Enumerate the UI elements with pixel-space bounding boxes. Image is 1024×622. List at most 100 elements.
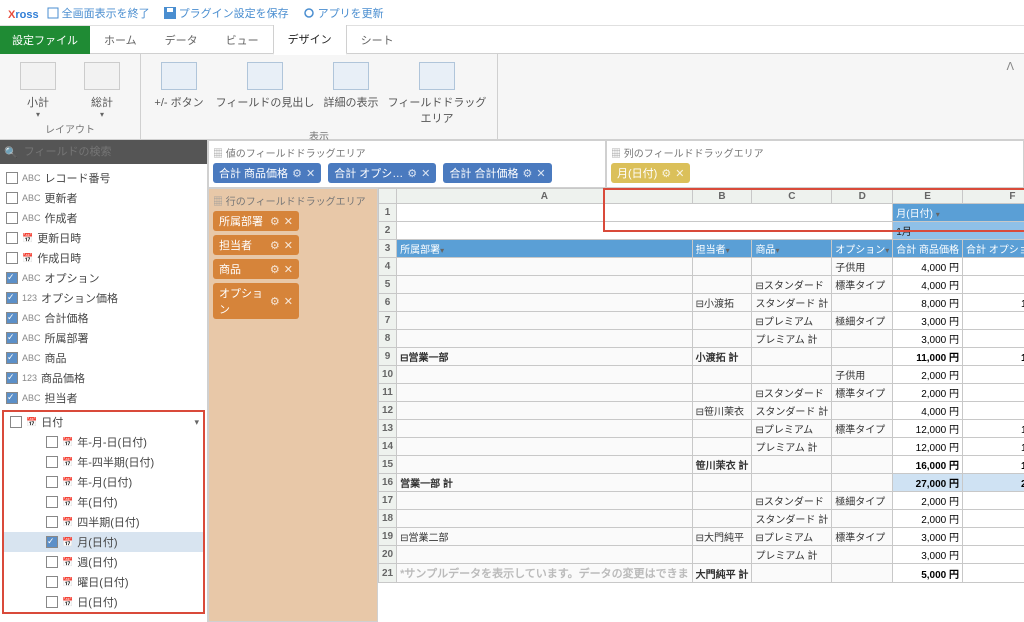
field-item-date-child[interactable]: 📅月(日付)	[4, 532, 203, 552]
grid-cell[interactable]: 350 円	[963, 330, 1024, 348]
grid-cell[interactable]	[397, 438, 693, 456]
checkbox[interactable]	[6, 332, 18, 344]
grid-cell[interactable]: 1,200 円	[963, 438, 1024, 456]
grid-cell[interactable]: 2,000 円	[893, 492, 963, 510]
checkbox[interactable]	[6, 392, 18, 404]
grid-cell[interactable]: スタンダード 計	[752, 402, 832, 420]
grid-cell[interactable]: 大門純平 計	[692, 564, 752, 583]
field-item[interactable]: 123オプション価格	[0, 288, 207, 308]
grid-cell[interactable]: 3,000 円	[893, 528, 963, 546]
grid-cell[interactable]	[692, 258, 752, 276]
grid-cell[interactable]	[397, 276, 693, 294]
grid-cell[interactable]: 4,000 円	[893, 402, 963, 420]
save-plugin-link[interactable]: プラグイン設定を保存	[164, 5, 289, 21]
grid-cell[interactable]: プレミアム 計	[752, 330, 832, 348]
field-item-date[interactable]: 📅日付▾	[4, 412, 203, 432]
close-icon[interactable]: ✕	[284, 264, 293, 276]
checkbox[interactable]	[46, 476, 58, 488]
tab-view[interactable]: ビュー	[212, 26, 273, 54]
field-item-date-child[interactable]: 📅年-四半期(日付)	[4, 452, 203, 472]
grid-cell[interactable]: 650 円	[963, 564, 1024, 583]
field-item[interactable]: ABC担当者	[0, 388, 207, 408]
grid-cell[interactable]: ⊟スタンダード	[752, 276, 832, 294]
grid-cell[interactable]: 営業一部 計	[397, 474, 693, 492]
fieldheader-button[interactable]: フィールドの見出し	[215, 62, 315, 110]
grid-cell[interactable]	[752, 456, 832, 474]
field-item[interactable]: ABC所属部署	[0, 328, 207, 348]
row-pill-1[interactable]: 担当者⚙✕	[213, 235, 299, 255]
grid-cell[interactable]: 笹川茉衣 計	[692, 456, 752, 474]
grid-cell[interactable]	[752, 366, 832, 384]
grid-cell[interactable]	[832, 348, 893, 366]
grid-cell[interactable]	[692, 384, 752, 402]
grid-cell[interactable]	[397, 492, 693, 510]
grid-cell[interactable]: ⊟プレミアム	[752, 312, 832, 330]
field-item[interactable]: ABCレコード番号	[0, 168, 207, 188]
grid-cell[interactable]: 3,000 円	[893, 546, 963, 564]
dragarea-button[interactable]: フィールドドラッグエリア	[387, 62, 487, 126]
grid-cell[interactable]	[752, 564, 832, 583]
checkbox[interactable]	[46, 516, 58, 528]
grid-cell[interactable]	[692, 546, 752, 564]
grid-cell[interactable]: 400 円	[963, 402, 1024, 420]
gear-icon[interactable]: ⚙	[270, 216, 280, 228]
gear-icon[interactable]: ⚙	[661, 167, 671, 180]
checkbox[interactable]	[46, 576, 58, 588]
grid-cell[interactable]	[752, 258, 832, 276]
field-item[interactable]: ABC更新者	[0, 188, 207, 208]
grid-cell[interactable]	[752, 474, 832, 492]
grid-cell[interactable]: 16,000 円	[893, 456, 963, 474]
pivot-grid[interactable]: ABCDEFGHI1月(日付) ▾21月2月3所属部署▾担当者▾商品▾オプション…	[378, 188, 1024, 622]
grid-cell[interactable]	[692, 492, 752, 510]
grid-cell[interactable]: ⊟小渡拓	[692, 294, 752, 312]
grid-cell[interactable]	[832, 474, 893, 492]
grid-cell[interactable]	[692, 510, 752, 528]
exit-fullscreen-link[interactable]: 全画面表示を終了	[47, 5, 150, 21]
grid-cell[interactable]	[692, 312, 752, 330]
grid-cell[interactable]: 27,000 円	[893, 474, 963, 492]
grid-cell[interactable]	[832, 330, 893, 348]
grid-cell[interactable]: 1,350 円	[963, 348, 1024, 366]
checkbox[interactable]	[46, 456, 58, 468]
close-icon[interactable]: ✕	[306, 167, 315, 180]
grid-cell[interactable]: 12,000 円	[893, 438, 963, 456]
field-item[interactable]: 📅作成日時	[0, 248, 207, 268]
checkbox[interactable]	[6, 212, 18, 224]
grid-cell[interactable]: ⊟営業二部	[397, 528, 693, 546]
grid-cell[interactable]: 4,000 円	[893, 258, 963, 276]
grid-cell[interactable]: 350 円	[963, 312, 1024, 330]
grid-cell[interactable]: スタンダード 計	[752, 510, 832, 528]
grid-cell[interactable]	[397, 510, 693, 528]
grid-cell[interactable]	[397, 384, 693, 402]
field-item[interactable]: ABC作成者	[0, 208, 207, 228]
field-item[interactable]: 123商品価格	[0, 368, 207, 388]
grid-cell[interactable]: 3,000 円	[893, 312, 963, 330]
grid-cell[interactable]	[692, 366, 752, 384]
grid-cell[interactable]: 標準タイプ	[832, 276, 893, 294]
field-item-date-child[interactable]: 📅四半期(日付)	[4, 512, 203, 532]
gear-icon[interactable]: ⚙	[292, 167, 302, 180]
close-icon[interactable]: ✕	[284, 240, 293, 252]
grid-cell[interactable]: 400 円	[963, 258, 1024, 276]
tab-data[interactable]: データ	[151, 26, 212, 54]
row-pill-2[interactable]: 商品⚙✕	[213, 259, 299, 279]
close-icon[interactable]: ✕	[536, 167, 545, 180]
grid-cell[interactable]: 350 円	[963, 510, 1024, 528]
field-item-date-child[interactable]: 📅週(日付)	[4, 552, 203, 572]
grid-cell[interactable]: 小渡拓 計	[692, 348, 752, 366]
field-item-date-child[interactable]: 📅日(日付)	[4, 592, 203, 612]
checkbox[interactable]	[46, 596, 58, 608]
grid-cell[interactable]: 子供用	[832, 366, 893, 384]
grid-cell[interactable]: 1,000 円	[963, 294, 1024, 312]
grid-cell[interactable]: 2,000 円	[893, 366, 963, 384]
grid-cell[interactable]: ⊟大門純平	[692, 528, 752, 546]
close-icon[interactable]: ✕	[675, 167, 684, 180]
field-item[interactable]: 📅更新日時	[0, 228, 207, 248]
checkbox[interactable]	[6, 292, 18, 304]
grid-cell[interactable]: 300 円	[963, 546, 1024, 564]
values-dropzone[interactable]: 値のフィールドドラッグエリア 合計 商品価格⚙✕ 合計 オプシ…⚙✕ 合計 合計…	[208, 140, 606, 188]
checkbox[interactable]	[6, 352, 18, 364]
grid-cell[interactable]: 350 円	[963, 492, 1024, 510]
field-item[interactable]: ABCオプション	[0, 268, 207, 288]
grid-cell[interactable]	[832, 402, 893, 420]
